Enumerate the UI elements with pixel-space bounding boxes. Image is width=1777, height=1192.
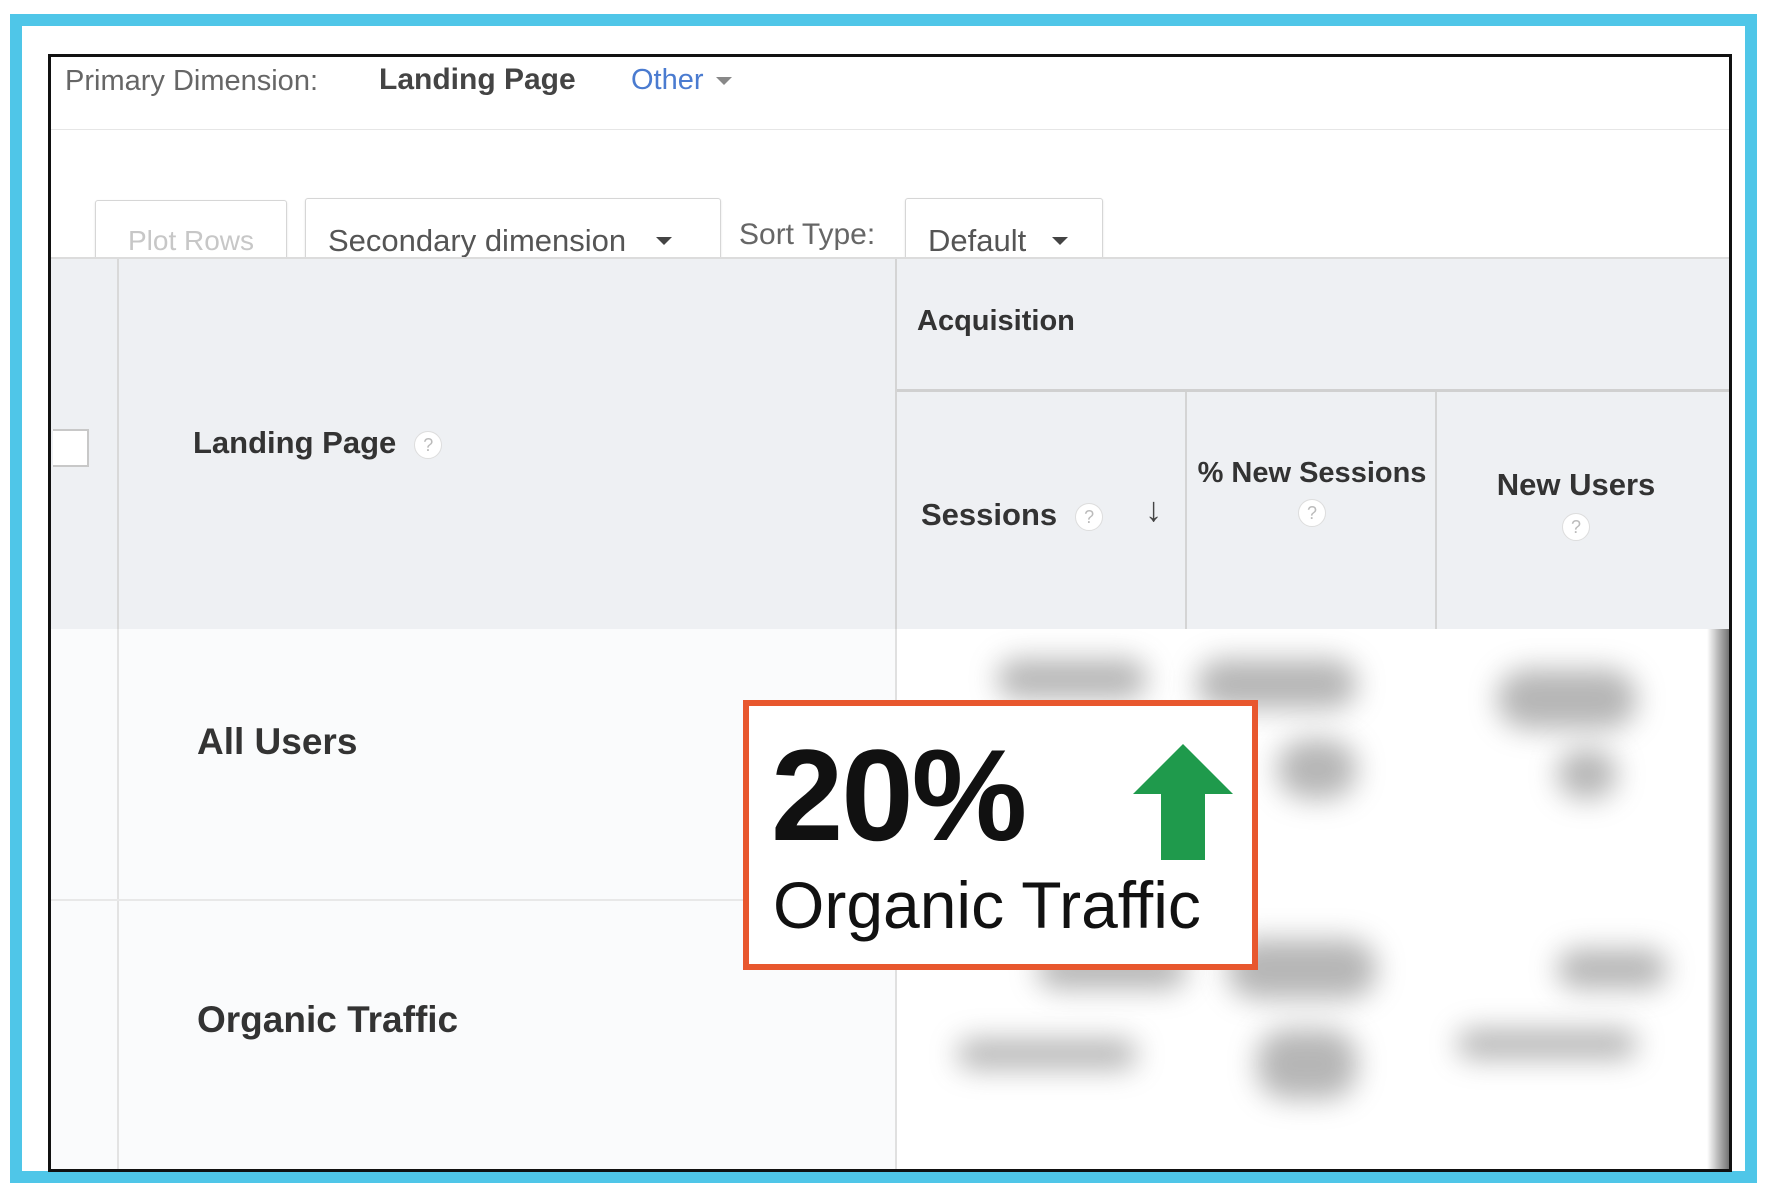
help-icon[interactable]: ? (1075, 502, 1104, 531)
chevron-down-icon (715, 77, 732, 86)
help-icon[interactable]: ? (414, 430, 443, 459)
secondary-dimension-label: Secondary dimension (328, 223, 627, 258)
edge-shadow (1707, 629, 1729, 1169)
table-row-label[interactable]: All Users (197, 721, 357, 763)
column-divider (1185, 392, 1187, 631)
callout-label: Organic Traffic (773, 868, 1201, 942)
organic-traffic-callout: 20% Organic Traffic (743, 700, 1258, 970)
table-row-label[interactable]: Organic Traffic (197, 999, 458, 1041)
column-divider (1435, 392, 1437, 631)
primary-dimension-row: Primary Dimension: Landing Page Other (51, 57, 1729, 129)
report-screen: Primary Dimension: Landing Page Other Pl… (48, 54, 1732, 1172)
sort-type-value: Default (928, 223, 1027, 258)
acquisition-group-header: Acquisition (917, 305, 1075, 337)
primary-dimension-other-link[interactable]: Other (631, 64, 732, 97)
help-icon[interactable]: ? (1298, 499, 1326, 527)
new-users-column-header[interactable]: New Users ? (1441, 465, 1711, 541)
blurred-value (957, 1039, 1137, 1069)
select-all-checkbox[interactable] (53, 429, 89, 467)
blurred-value (1277, 739, 1357, 799)
arrow-up-icon (1133, 744, 1233, 860)
blurred-value (1557, 749, 1617, 799)
blurred-value (997, 659, 1147, 699)
new-users-header-label: New Users (1496, 467, 1656, 502)
primary-dimension-label: Primary Dimension: (65, 65, 318, 97)
chevron-down-icon (1052, 237, 1069, 245)
primary-dimension-current[interactable]: Landing Page (379, 63, 576, 97)
help-icon[interactable]: ? (1562, 513, 1590, 541)
callout-percentage: 20% (771, 722, 1027, 868)
new-sessions-column-header[interactable]: % New Sessions ? (1197, 455, 1427, 527)
checkbox-column (51, 259, 119, 631)
column-divider (895, 259, 897, 631)
blurred-value (1457, 1029, 1637, 1059)
table-toolbar: Plot Rows Secondary dimension Sort Type:… (51, 129, 1729, 284)
sort-type-label: Sort Type: (739, 218, 876, 251)
sessions-column-header[interactable]: Sessions? (921, 497, 1104, 533)
table-header: Landing Page? Acquisition Sessions? ↓ % … (51, 257, 1729, 633)
group-divider (897, 389, 1729, 392)
blurred-value (1557, 949, 1667, 989)
new-sessions-header-label: % New Sessions (1197, 457, 1427, 489)
landing-page-column-header[interactable]: Landing Page? (193, 425, 443, 461)
landing-page-header-label: Landing Page (193, 425, 397, 460)
sort-descending-icon[interactable]: ↓ (1145, 491, 1162, 530)
sessions-header-label: Sessions (921, 497, 1058, 532)
blurred-value (1497, 669, 1637, 729)
chevron-down-icon (656, 237, 673, 245)
other-link-label: Other (631, 64, 704, 96)
blurred-value (1257, 1029, 1357, 1099)
